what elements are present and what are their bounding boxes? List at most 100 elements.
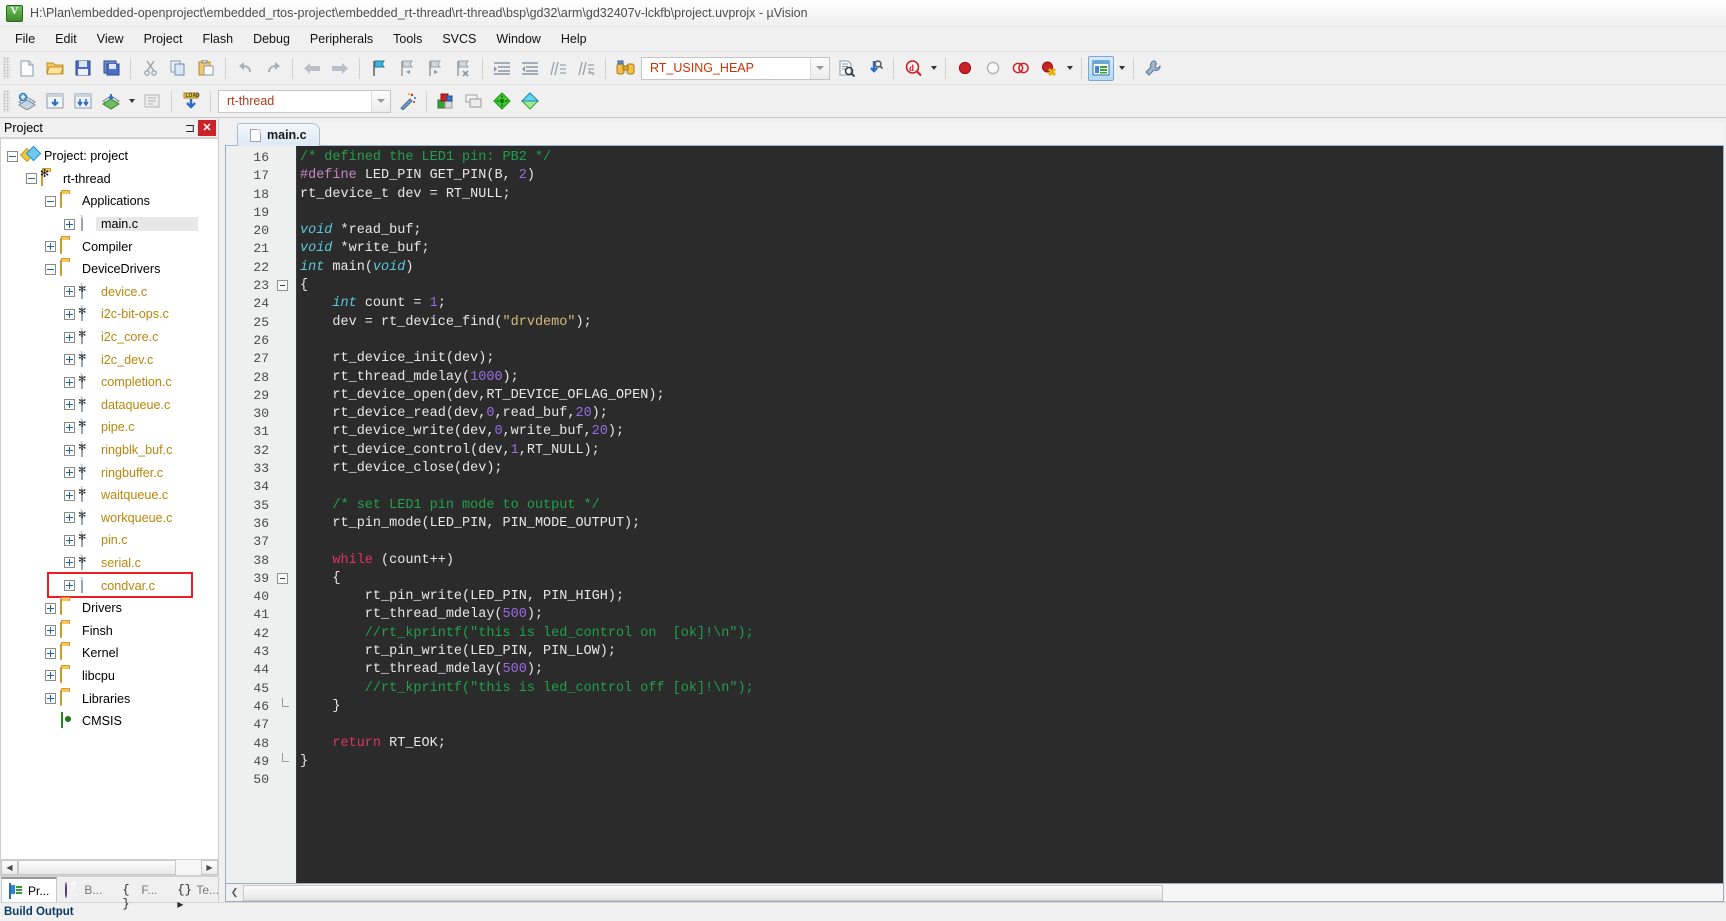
undo-arrow-button[interactable] (232, 56, 258, 81)
hscroll-track[interactable] (18, 860, 201, 875)
tree-item-applications[interactable]: Applications (1, 190, 218, 213)
breakpoints-dropdown-caret[interactable] (1063, 56, 1076, 81)
editor-body[interactable]: 16 17 18 19 20 21 22 23 24 25 26 27 28 29 30 31 32 33 34 35… (225, 146, 1724, 884)
run-time-env-button[interactable] (517, 89, 543, 114)
rebuild-button[interactable] (70, 89, 96, 114)
menu-tools[interactable]: Tools (383, 29, 432, 49)
new-file-button[interactable] (14, 56, 40, 81)
project-window-button[interactable] (1088, 55, 1114, 81)
save-all-button[interactable] (98, 56, 124, 81)
multi-project-button[interactable] (461, 89, 487, 114)
menu-debug[interactable]: Debug (243, 29, 300, 49)
open-folder-button[interactable] (42, 56, 68, 81)
tree-item-compiler[interactable]: Compiler (1, 235, 218, 258)
expand-icon[interactable] (64, 557, 75, 569)
editor-hscroll-thumb[interactable] (243, 884, 1163, 901)
menu-help[interactable]: Help (551, 29, 597, 49)
project-tree[interactable]: Project: project rt-thread Applications mai… (0, 138, 218, 859)
editor-hscroll-track[interactable] (243, 884, 1723, 901)
expand-icon[interactable] (64, 354, 75, 366)
tree-item-finsh[interactable]: Finsh (1, 619, 218, 642)
expand-icon[interactable] (64, 218, 75, 230)
magic-wand-button[interactable] (394, 89, 420, 114)
hscroll-thumb[interactable] (18, 860, 176, 875)
uncomment-lines-button[interactable] (573, 56, 599, 81)
blue-flag-button[interactable] (366, 56, 392, 81)
expand-icon[interactable] (64, 580, 75, 592)
tree-item-pipe-c[interactable]: pipe.c (1, 416, 218, 439)
tree-item-completion-c[interactable]: completion.c (1, 371, 218, 394)
batch-build-dropdown-caret[interactable] (125, 89, 138, 114)
tree-item-kernel[interactable]: Kernel (1, 642, 218, 665)
expand-icon[interactable] (64, 421, 75, 433)
find-in-files-button[interactable] (833, 56, 859, 81)
menu-flash[interactable]: Flash (192, 29, 243, 49)
copy-button[interactable] (165, 56, 191, 81)
tree-item-i2c-core-c[interactable]: i2c_core.c (1, 326, 218, 349)
menu-window[interactable]: Window (486, 29, 550, 49)
tree-item-cmsis[interactable]: CMSIS (1, 710, 218, 733)
tree-item-i2c-dev-c[interactable]: i2c_dev.c (1, 348, 218, 371)
expand-icon[interactable] (64, 534, 75, 546)
fold-cell[interactable] (274, 277, 296, 295)
project-items-button[interactable] (433, 89, 459, 114)
incremental-find-button[interactable] (861, 56, 887, 81)
menu-view[interactable]: View (87, 29, 134, 49)
tree-item-condvar-c[interactable]: condvar.c (1, 574, 218, 597)
toolbar-grip[interactable] (3, 57, 10, 79)
comment-lines-button[interactable] (545, 56, 571, 81)
expand-icon[interactable] (64, 308, 75, 320)
tree-item-workqueue-c[interactable]: workqueue.c (1, 507, 218, 530)
editor-hscrollbar[interactable]: ❮ (225, 884, 1724, 902)
binoculars-icon[interactable] (612, 56, 638, 81)
find-combo[interactable]: RT_USING_HEAP (641, 56, 830, 80)
batch-build-button[interactable] (98, 89, 124, 114)
editor-scroll-left-arrow-icon[interactable]: ❮ (226, 885, 243, 901)
stop-build-button[interactable] (139, 89, 165, 114)
tree-item-main-c[interactable]: main.c (1, 213, 218, 236)
menu-edit[interactable]: Edit (45, 29, 87, 49)
expand-icon[interactable] (64, 331, 75, 343)
menu-file[interactable]: File (5, 29, 45, 49)
expand-icon[interactable] (64, 512, 75, 524)
build-button[interactable] (42, 89, 68, 114)
collapse-icon[interactable] (45, 263, 56, 275)
flag-next-button[interactable] (422, 56, 448, 81)
red-dot-button[interactable] (952, 56, 978, 81)
select-target-combo[interactable]: rt-thread (218, 89, 391, 113)
toolbar-grip[interactable] (3, 90, 10, 112)
chevron-down-icon[interactable] (371, 90, 390, 112)
magnifier-d-icon[interactable]: d (900, 56, 926, 81)
indent-left-button[interactable] (517, 56, 543, 81)
collapse-icon[interactable] (7, 150, 18, 162)
tree-item-project-project[interactable]: Project: project (1, 145, 218, 168)
redo-arrow-button[interactable] (260, 56, 286, 81)
arrow-left-button[interactable] (299, 56, 325, 81)
tree-item-ringbuffer-c[interactable]: ringbuffer.c (1, 461, 218, 484)
expand-icon[interactable] (64, 376, 75, 388)
collapse-icon[interactable] (26, 173, 37, 185)
fold-collapse-icon[interactable] (277, 280, 288, 292)
flag-prev-button[interactable] (394, 56, 420, 81)
tree-item-devicedrivers[interactable]: DeviceDrivers (1, 258, 218, 281)
flag-clear-button[interactable] (450, 56, 476, 81)
tab-books[interactable]: B... (57, 877, 110, 902)
arrow-right-button[interactable] (327, 56, 353, 81)
expand-icon[interactable] (64, 286, 75, 298)
red-dot-x-button[interactable] (1036, 56, 1062, 81)
editor-tab-main-c[interactable]: main.c (237, 123, 320, 146)
translate-button[interactable] (14, 89, 40, 114)
two-rings-button[interactable] (1008, 56, 1034, 81)
paste-button[interactable] (193, 56, 219, 81)
close-icon[interactable]: ✕ (198, 119, 216, 136)
expand-icon[interactable] (45, 602, 56, 614)
tree-item-libcpu[interactable]: libcpu (1, 665, 218, 688)
tree-item-waitqueue-c[interactable]: waitqueue.c (1, 484, 218, 507)
tree-item-serial-c[interactable]: serial.c (1, 552, 218, 575)
tree-item-dataqueue-c[interactable]: dataqueue.c (1, 394, 218, 417)
tree-item-ringblk-buf-c[interactable]: ringblk_buf.c (1, 439, 218, 462)
code-folding-column[interactable] (274, 146, 296, 883)
green-diamond-button[interactable] (489, 89, 515, 114)
expand-icon[interactable] (45, 670, 56, 682)
expand-icon[interactable] (45, 625, 56, 637)
